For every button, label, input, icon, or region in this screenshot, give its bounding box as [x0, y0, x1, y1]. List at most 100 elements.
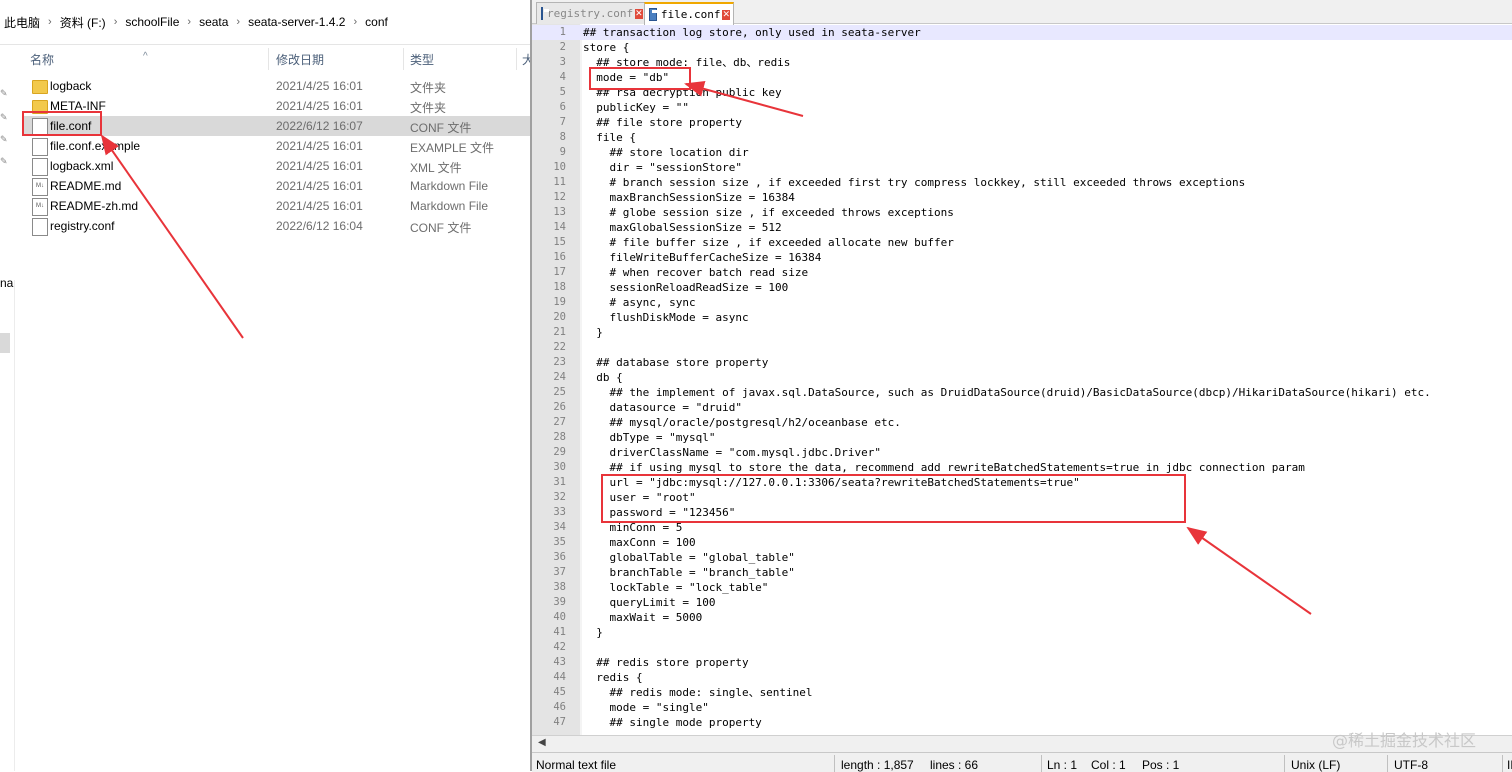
code-line[interactable]: 43 ## redis store property: [532, 655, 1512, 670]
code-line[interactable]: 3 ## store mode: file、db、redis: [532, 55, 1512, 70]
column-divider[interactable]: [268, 48, 269, 70]
code-line[interactable]: 17 # when recover batch read size: [532, 265, 1512, 280]
code-line[interactable]: 16 fileWriteBufferCacheSize = 16384: [532, 250, 1512, 265]
chevron-right-icon[interactable]: ›: [349, 16, 361, 28]
code-line[interactable]: 38 lockTable = "lock_table": [532, 580, 1512, 595]
code-line[interactable]: 5 ## rsa decryption public key: [532, 85, 1512, 100]
line-number: 25: [553, 386, 566, 398]
code-line[interactable]: 14 maxGlobalSessionSize = 512: [532, 220, 1512, 235]
code-line[interactable]: 1 ## transaction log store, only used in …: [532, 25, 1512, 40]
file-row-logback-xml[interactable]: logback.xml 2021/4/25 16:01 XML 文件: [24, 156, 530, 176]
code-line[interactable]: 35 maxConn = 100: [532, 535, 1512, 550]
file-row-registry-conf[interactable]: registry.conf 2022/6/12 16:04 CONF 文件: [24, 216, 530, 236]
file-row-file-conf-example[interactable]: file.conf.example 2021/4/25 16:01 EXAMPL…: [24, 136, 530, 156]
file-name: README-zh.md: [50, 199, 139, 213]
code-line[interactable]: 10 dir = "sessionStore": [532, 160, 1512, 175]
code-text: ## redis store property: [583, 656, 749, 669]
code-line[interactable]: 42: [532, 640, 1512, 655]
line-number: 37: [553, 566, 566, 578]
code-line[interactable]: 8 file {: [532, 130, 1512, 145]
breadcrumb-this-pc[interactable]: 此电脑: [0, 14, 44, 31]
code-line[interactable]: 12 maxBranchSessionSize = 16384: [532, 190, 1512, 205]
code-line[interactable]: 32 user = "root": [532, 490, 1512, 505]
code-line[interactable]: 29 driverClassName = "com.mysql.jdbc.Dri…: [532, 445, 1512, 460]
column-header-date[interactable]: 修改日期: [276, 51, 324, 68]
file-date: 2022/6/12 16:04: [276, 219, 363, 233]
code-line[interactable]: 18 sessionReloadReadSize = 100: [532, 280, 1512, 295]
status-eol[interactable]: Unix (LF): [1291, 758, 1340, 772]
chevron-right-icon[interactable]: ›: [232, 16, 244, 28]
code-text: redis {: [583, 671, 643, 684]
column-header-type[interactable]: 类型: [410, 51, 434, 68]
tab-registry-conf[interactable]: registry.conf ✕: [536, 2, 645, 24]
code-line[interactable]: 20 flushDiskMode = async: [532, 310, 1512, 325]
code-line[interactable]: 41 }: [532, 625, 1512, 640]
status-encoding[interactable]: UTF-8: [1394, 758, 1428, 772]
breadcrumb-seata[interactable]: seata: [195, 15, 232, 29]
code-line[interactable]: 45 ## redis mode: single、sentinel: [532, 685, 1512, 700]
code-line[interactable]: 26 datasource = "druid": [532, 400, 1512, 415]
document-icon: [32, 218, 48, 236]
code-line[interactable]: 24 db {: [532, 370, 1512, 385]
code-line[interactable]: 4 mode = "db": [532, 70, 1512, 85]
tab-file-conf[interactable]: file.conf ✕: [644, 2, 734, 25]
file-row-readme[interactable]: M↓ README.md 2021/4/25 16:01 Markdown Fi…: [24, 176, 530, 196]
code-line[interactable]: 46 mode = "single": [532, 700, 1512, 715]
code-line[interactable]: 2 store {: [532, 40, 1512, 55]
code-line[interactable]: 19 # async, sync: [532, 295, 1512, 310]
code-line[interactable]: 36 globalTable = "global_table": [532, 550, 1512, 565]
column-header-name[interactable]: 名称: [30, 51, 54, 68]
nav-pane-selection[interactable]: [0, 333, 10, 353]
code-line[interactable]: 7 ## file store property: [532, 115, 1512, 130]
code-line[interactable]: 33 password = "123456": [532, 505, 1512, 520]
text-editor-window: registry.conf ✕ file.conf ✕ 1 ## transact…: [530, 0, 1512, 772]
code-line[interactable]: 13 # globe session size , if exceeded th…: [532, 205, 1512, 220]
code-text: publicKey = "": [583, 101, 689, 114]
file-row-meta-inf[interactable]: META-INF 2021/4/25 16:01 文件夹: [24, 96, 530, 116]
close-icon[interactable]: ✕: [635, 8, 643, 19]
code-line[interactable]: 9 ## store location dir: [532, 145, 1512, 160]
file-type: CONF 文件: [410, 121, 472, 135]
chevron-right-icon[interactable]: ›: [183, 16, 195, 28]
file-type: 文件夹: [410, 101, 447, 115]
file-row-logback[interactable]: logback 2021/4/25 16:01 文件夹: [24, 76, 530, 96]
breadcrumb-drive-f[interactable]: 资料 (F:): [56, 14, 110, 31]
code-line[interactable]: 21 }: [532, 325, 1512, 340]
code-text: # branch session size , if exceeded firs…: [583, 176, 1246, 189]
code-text: ## redis mode: single、sentinel: [583, 686, 813, 699]
code-line[interactable]: 44 redis {: [532, 670, 1512, 685]
code-line[interactable]: 25 ## the implement of javax.sql.DataSou…: [532, 385, 1512, 400]
line-number: 46: [553, 701, 566, 713]
code-text: ## file store property: [583, 116, 742, 129]
code-line[interactable]: 39 queryLimit = 100: [532, 595, 1512, 610]
code-line[interactable]: 34 minConn = 5: [532, 520, 1512, 535]
code-line[interactable]: 31 url = "jdbc:mysql://127.0.0.1:3306/se…: [532, 475, 1512, 490]
breadcrumb-seata-server[interactable]: seata-server-1.4.2: [244, 15, 349, 29]
line-number: 16: [553, 251, 566, 263]
scroll-left-icon[interactable]: ◀: [538, 737, 546, 748]
code-editor[interactable]: 1 ## transaction log store, only used in …: [532, 24, 1512, 735]
column-header-size[interactable]: 大: [522, 51, 530, 68]
breadcrumb-conf[interactable]: conf: [361, 15, 392, 29]
code-line[interactable]: 6 publicKey = "": [532, 100, 1512, 115]
code-line[interactable]: 27 ## mysql/oracle/postgresql/h2/oceanba…: [532, 415, 1512, 430]
status-insert-mode[interactable]: IN: [1507, 758, 1512, 772]
code-line[interactable]: 37 branchTable = "branch_table": [532, 565, 1512, 580]
column-divider[interactable]: [516, 48, 517, 70]
code-line[interactable]: 22: [532, 340, 1512, 355]
column-divider[interactable]: [403, 48, 404, 70]
pin-icon: ✎: [0, 88, 8, 98]
file-date: 2021/4/25 16:01: [276, 159, 363, 173]
code-line[interactable]: 40 maxWait = 5000: [532, 610, 1512, 625]
code-line[interactable]: 11 # branch session size , if exceeded f…: [532, 175, 1512, 190]
file-row-file-conf[interactable]: file.conf 2022/6/12 16:07 CONF 文件: [24, 116, 530, 136]
code-line[interactable]: 30 ## if using mysql to store the data, …: [532, 460, 1512, 475]
code-line[interactable]: 23 ## database store property: [532, 355, 1512, 370]
code-line[interactable]: 28 dbType = "mysql": [532, 430, 1512, 445]
breadcrumb-schoolfile[interactable]: schoolFile: [121, 15, 183, 29]
file-row-readme-zh[interactable]: M↓ README-zh.md 2021/4/25 16:01 Markdown…: [24, 196, 530, 216]
chevron-right-icon[interactable]: ›: [44, 16, 56, 28]
code-line[interactable]: 15 # file buffer size , if exceeded allo…: [532, 235, 1512, 250]
close-icon[interactable]: ✕: [722, 9, 730, 20]
chevron-right-icon[interactable]: ›: [110, 16, 122, 28]
